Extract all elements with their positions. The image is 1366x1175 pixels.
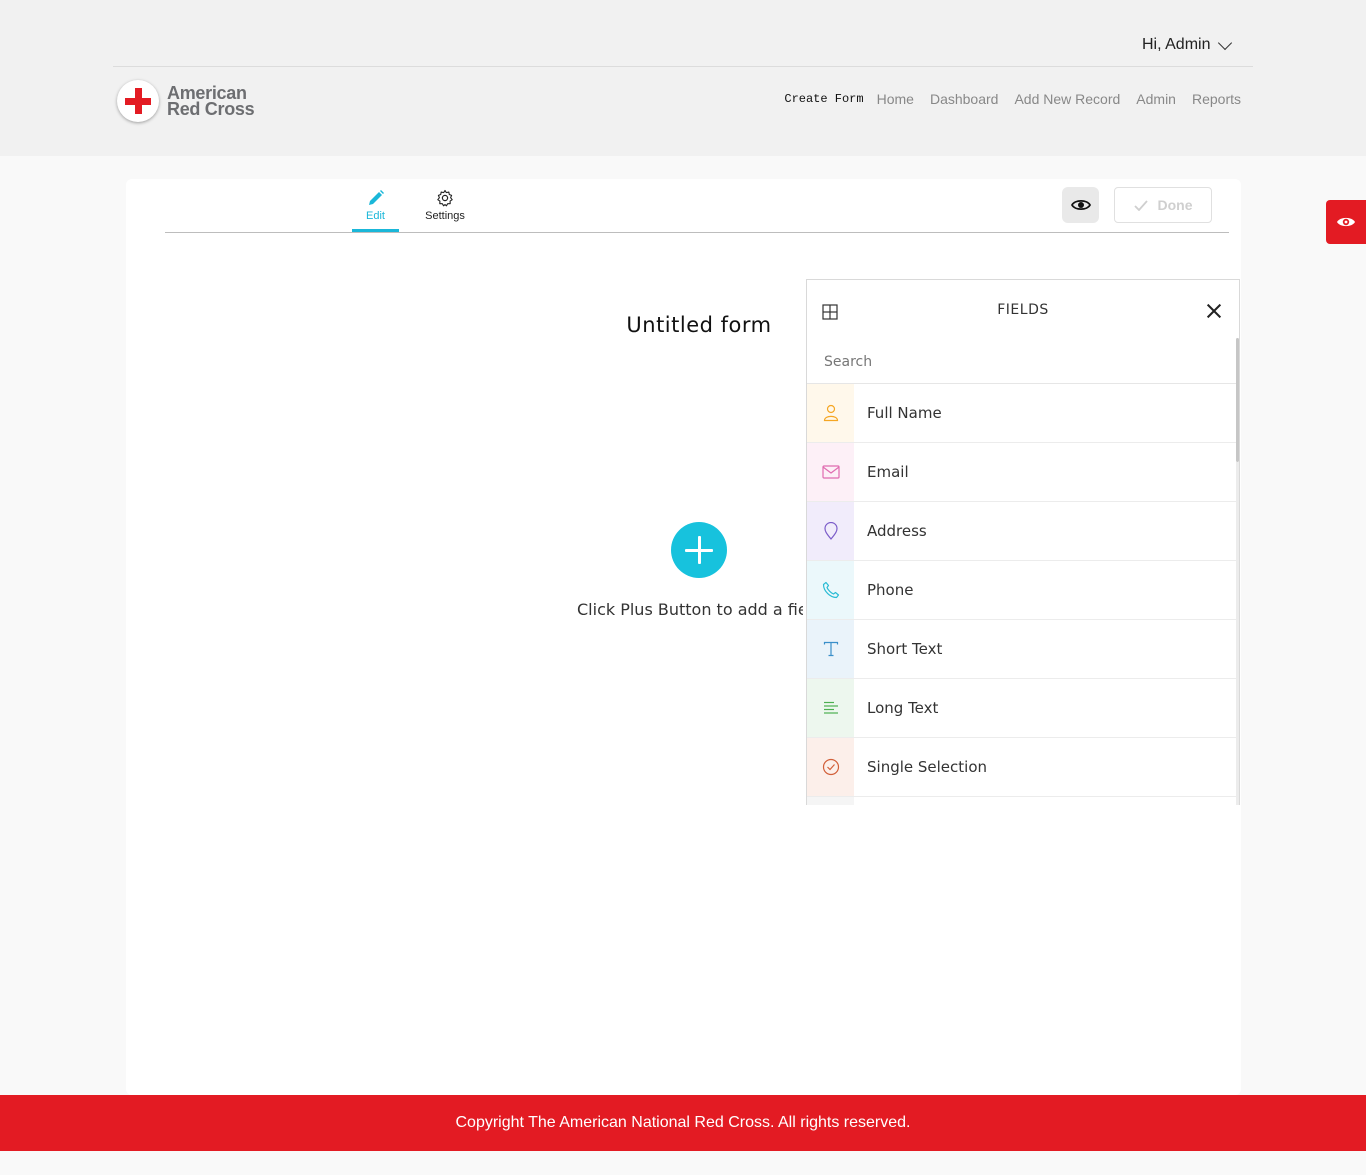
form-title[interactable]: Untitled form [560,313,838,337]
field-item-address[interactable]: Address [807,502,1237,561]
fields-panel-title: FIELDS [997,302,1049,318]
person-icon [807,384,854,442]
field-icon [807,797,854,805]
field-item-phone[interactable]: Phone [807,561,1237,620]
fields-search-input[interactable] [807,340,1237,384]
tabs-divider [165,232,1229,233]
fields-scrollbar-track[interactable] [1236,462,1239,805]
envelope-icon [807,443,854,501]
nav-dashboard[interactable]: Dashboard [930,91,999,107]
text-icon [807,620,854,678]
field-item-full-name[interactable]: Full Name [807,384,1237,443]
add-field-button[interactable] [671,522,727,578]
logo[interactable]: American Red Cross [117,80,255,122]
main-nav: Create Form Home Dashboard Add New Recor… [784,91,1241,107]
eye-icon [1337,217,1355,227]
logo-text: American Red Cross [167,84,255,119]
done-button[interactable]: Done [1114,187,1212,223]
field-item-long-text[interactable]: Long Text [807,679,1237,738]
footer-copyright: Copyright The American National Red Cros… [455,1114,911,1131]
top-header [0,0,1366,156]
field-item-label: Phone [867,581,914,599]
nav-create-form[interactable]: Create Form [784,92,863,106]
location-pin-icon [807,502,854,560]
close-icon[interactable] [1207,304,1221,318]
red-cross-icon [117,80,159,122]
field-item-label: Email [867,463,909,481]
check-circle-icon [807,738,854,796]
pencil-icon [367,188,385,208]
field-item-label: Short Text [867,640,943,658]
gear-icon [436,188,454,208]
floating-preview-button[interactable] [1326,200,1366,244]
tab-settings[interactable]: Settings [421,188,469,222]
bottom-strip [0,1151,1366,1175]
footer: Copyright The American National Red Cros… [0,1095,1366,1151]
user-menu[interactable]: Hi, Admin [1142,35,1233,54]
chevron-down-icon [1218,35,1233,50]
user-greeting: Hi, Admin [1142,36,1211,53]
nav-reports[interactable]: Reports [1192,91,1241,107]
field-item-label: Full Name [867,404,942,422]
field-item-label: Long Text [867,699,939,717]
nav-admin[interactable]: Admin [1136,91,1176,107]
fields-list: Full Name Email Address Phone Short Text [807,384,1237,805]
preview-button[interactable] [1062,187,1099,223]
tab-settings-label: Settings [425,210,465,222]
tab-edit-label: Edit [366,210,385,222]
fields-scrollbar-thumb[interactable] [1236,338,1239,462]
fields-panel-header: FIELDS [807,280,1239,340]
done-label: Done [1157,197,1193,213]
tab-edit[interactable]: Edit [352,188,399,232]
field-item-next[interactable] [807,797,1237,805]
fields-panel: FIELDS Full Name Email Address Phon [806,279,1240,805]
field-item-single-selection[interactable]: Single Selection [807,738,1237,797]
eye-icon [1070,199,1091,211]
check-icon [1133,199,1148,211]
add-field-hint: Click Plus Button to add a field [577,600,803,619]
field-item-email[interactable]: Email [807,443,1237,502]
field-item-label: Single Selection [867,758,988,776]
logo-line-2: Red Cross [167,99,255,119]
field-item-short-text[interactable]: Short Text [807,620,1237,679]
field-item-label: Address [867,522,927,540]
nav-add-new-record[interactable]: Add New Record [1014,91,1120,107]
paragraph-icon [807,679,854,737]
nav-home[interactable]: Home [877,91,914,107]
phone-icon [807,561,854,619]
header-divider [113,66,1253,67]
